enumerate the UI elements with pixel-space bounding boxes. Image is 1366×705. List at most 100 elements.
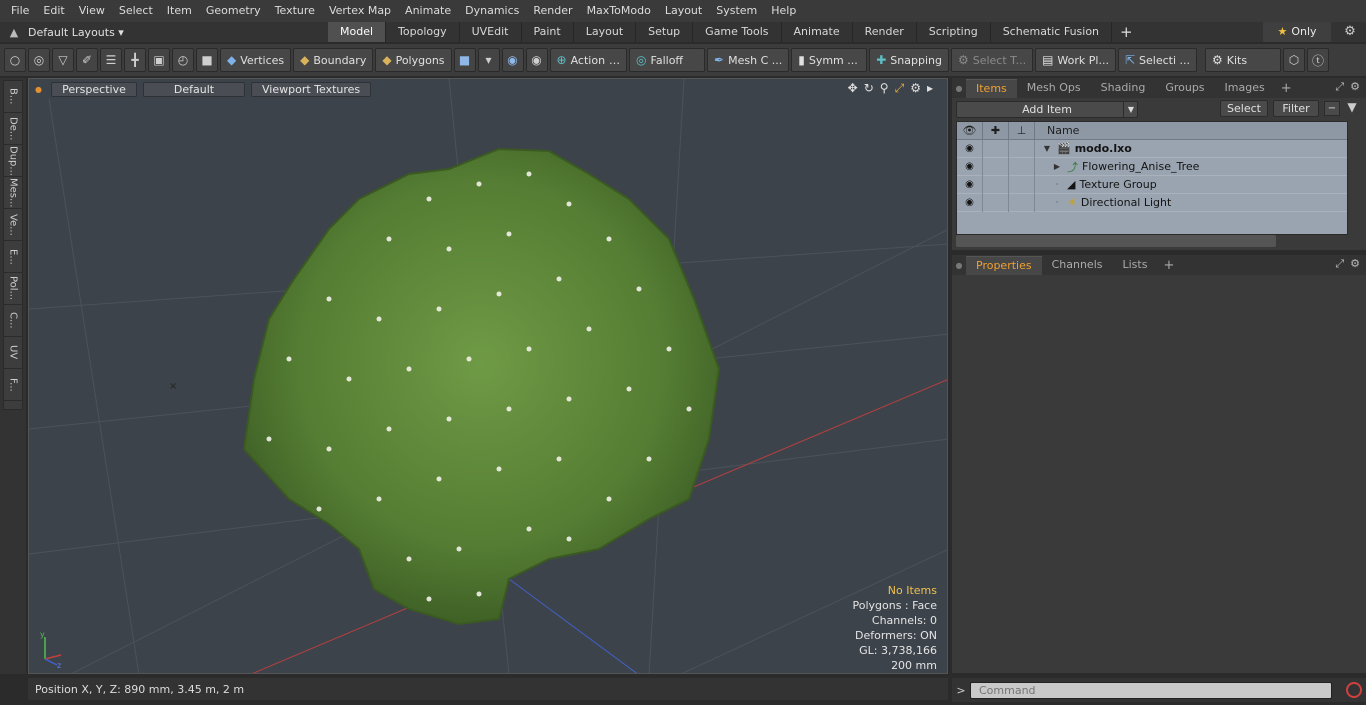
tab-setup[interactable]: Setup bbox=[636, 22, 694, 42]
rotate-icon[interactable]: ↻ bbox=[864, 81, 874, 96]
menu-texture[interactable]: Texture bbox=[268, 0, 322, 22]
symmetry-button[interactable]: ▮ Symm ... bbox=[791, 48, 868, 72]
add-tab-icon[interactable]: + bbox=[1112, 22, 1141, 42]
menu-help[interactable]: Help bbox=[764, 0, 803, 22]
unity-icon[interactable]: ⬡ bbox=[1283, 48, 1305, 72]
pen-icon[interactable]: ▽ bbox=[52, 48, 74, 72]
add-item-button[interactable]: Add Item ▼ bbox=[956, 100, 1138, 118]
expand-panel-icon[interactable]: ⤢ bbox=[1335, 80, 1344, 94]
chevron-down-icon[interactable]: ▼ bbox=[1122, 101, 1134, 117]
menu-view[interactable]: View bbox=[72, 0, 112, 22]
record-macro-icon[interactable] bbox=[1346, 682, 1362, 698]
vtab-fusion[interactable]: F... bbox=[4, 369, 22, 401]
eye-icon[interactable]: ◉ bbox=[957, 193, 983, 212]
zoom-icon[interactable]: ⚲ bbox=[880, 81, 889, 96]
viewport-gear-icon[interactable]: ⚙ bbox=[910, 81, 921, 96]
funnel-icon[interactable]: ▼ bbox=[1344, 100, 1360, 116]
menu-system[interactable]: System bbox=[709, 0, 764, 22]
tab-paint[interactable]: Paint bbox=[522, 22, 574, 42]
vtab-duplicate[interactable]: Dup... bbox=[4, 145, 22, 177]
tab-render[interactable]: Render bbox=[853, 22, 917, 42]
snapping-button[interactable]: ✚ Snapping bbox=[869, 48, 949, 72]
3d-viewport[interactable]: × ● Perspective Default Viewport Texture… bbox=[28, 78, 948, 674]
vtab-mesh-edit[interactable]: Mes... bbox=[4, 177, 22, 209]
tab-uvedit[interactable]: UVEdit bbox=[460, 22, 522, 42]
expand-triangle-icon[interactable]: ▼ bbox=[1041, 144, 1053, 153]
tab-properties[interactable]: Properties bbox=[966, 255, 1042, 275]
vtab-deform[interactable]: De... bbox=[4, 113, 22, 145]
play-arrow-icon[interactable]: ▸ bbox=[927, 81, 933, 96]
eye-icon[interactable]: ◉ bbox=[957, 139, 983, 158]
tab-model[interactable]: Model bbox=[328, 22, 387, 42]
vtab-basic[interactable]: B... bbox=[4, 81, 22, 113]
add-panel-tab-icon[interactable]: + bbox=[1157, 258, 1180, 273]
panel-gear-icon[interactable]: ⚙ bbox=[1350, 80, 1360, 94]
tab-groups[interactable]: Groups bbox=[1155, 79, 1214, 97]
menu-edit[interactable]: Edit bbox=[36, 0, 71, 22]
mesh-constraint-button[interactable]: ✒ Mesh C ... bbox=[707, 48, 790, 72]
cube-icon[interactable]: ■ bbox=[196, 48, 218, 72]
add-panel-tab-icon[interactable]: + bbox=[1275, 81, 1298, 96]
panel-options-icon[interactable]: ● bbox=[952, 84, 966, 93]
perspective-button[interactable]: Perspective bbox=[51, 81, 137, 97]
panel-options-icon[interactable]: ● bbox=[952, 261, 966, 270]
clock-icon[interactable]: ◴ bbox=[172, 48, 194, 72]
tab-schematic-fusion[interactable]: Schematic Fusion bbox=[991, 22, 1113, 42]
only-button[interactable]: ★ Only bbox=[1263, 22, 1331, 42]
default-layouts-dropdown[interactable]: Default Layouts ▾ bbox=[28, 26, 328, 39]
select-through-button[interactable]: ⚙ Select T... bbox=[950, 48, 1034, 72]
viewport-textures-button[interactable]: Viewport Textures bbox=[251, 81, 372, 97]
tab-scripting[interactable]: Scripting bbox=[917, 22, 991, 42]
tree-row-directional-light[interactable]: ◉ · ☀ Directional Light bbox=[957, 193, 1347, 212]
unreal-icon[interactable]: ⓣ bbox=[1307, 48, 1329, 72]
sphere-icon[interactable]: ○ bbox=[4, 48, 26, 72]
menu-animate[interactable]: Animate bbox=[398, 0, 458, 22]
tree-row-texture-group[interactable]: ◉ · ◢ Texture Group bbox=[957, 175, 1347, 194]
panel-gear-icon[interactable]: ⚙ bbox=[1350, 257, 1360, 271]
menu-maxtomodo[interactable]: MaxToModo bbox=[580, 0, 658, 22]
boundary-button[interactable]: ◆ Boundary bbox=[293, 48, 374, 72]
tab-lists[interactable]: Lists bbox=[1113, 256, 1158, 274]
tree-row-scene[interactable]: ◉ ▼ 🎬 modo.lxo bbox=[957, 139, 1347, 158]
snap-grid-icon[interactable]: ╋ bbox=[124, 48, 146, 72]
tree-vertical-scrollbar[interactable] bbox=[1348, 121, 1360, 235]
expand-panel-icon[interactable]: ⤢ bbox=[1335, 257, 1344, 271]
lock-column-icon[interactable]: ✚ bbox=[983, 122, 1009, 139]
action-button[interactable]: ⊕ Action … bbox=[549, 48, 628, 72]
brush-icon[interactable]: ✐ bbox=[76, 48, 98, 72]
menu-render[interactable]: Render bbox=[526, 0, 579, 22]
work-plane-button[interactable]: ▤ Work Pl... bbox=[1035, 48, 1116, 72]
vtab-edge[interactable]: E... bbox=[4, 241, 22, 273]
vtab-curve[interactable]: C... bbox=[4, 305, 22, 337]
viewport-options-icon[interactable]: ● bbox=[35, 85, 45, 94]
render-ball-icon[interactable]: ◉ bbox=[525, 48, 548, 72]
eye-icon[interactable]: ◉ bbox=[957, 157, 983, 176]
command-input[interactable] bbox=[970, 681, 1332, 699]
polygons-button[interactable]: ◆ Polygons bbox=[375, 48, 452, 72]
menu-layout[interactable]: Layout bbox=[658, 0, 709, 22]
vtab-polygon[interactable]: Pol... bbox=[4, 273, 22, 305]
tab-layout[interactable]: Layout bbox=[574, 22, 637, 42]
vtab-uv[interactable]: UV bbox=[4, 337, 22, 369]
name-column-header[interactable]: Name bbox=[1035, 122, 1079, 139]
tab-items[interactable]: Items bbox=[966, 78, 1017, 98]
viewport-scene[interactable]: × bbox=[29, 79, 948, 674]
menu-geometry[interactable]: Geometry bbox=[199, 0, 268, 22]
material-icon[interactable]: ◉ bbox=[501, 48, 524, 72]
tab-animate[interactable]: Animate bbox=[782, 22, 853, 42]
tree-horizontal-scrollbar[interactable] bbox=[956, 235, 1276, 247]
eye-icon[interactable]: ◉ bbox=[957, 175, 983, 194]
selection-button[interactable]: ⇱ Selecti ... bbox=[1117, 48, 1197, 72]
item-mode-icon[interactable]: ■ bbox=[453, 48, 476, 72]
command-history-icon[interactable]: > bbox=[952, 684, 970, 697]
tab-channels[interactable]: Channels bbox=[1042, 256, 1113, 274]
align-icon[interactable]: ☰ bbox=[100, 48, 122, 72]
dropdown-arrow-icon[interactable]: ▾ bbox=[477, 48, 500, 72]
kits-button[interactable]: ⚙ Kits bbox=[1205, 48, 1281, 72]
tab-images[interactable]: Images bbox=[1215, 79, 1275, 97]
vtab-vertex[interactable]: Ve... bbox=[4, 209, 22, 241]
vertices-button[interactable]: ◆ Vertices bbox=[220, 48, 292, 72]
visibility-column-icon[interactable]: 👁 bbox=[957, 122, 983, 139]
tab-shading[interactable]: Shading bbox=[1091, 79, 1156, 97]
expand-triangle-icon[interactable]: ▶ bbox=[1051, 162, 1063, 171]
